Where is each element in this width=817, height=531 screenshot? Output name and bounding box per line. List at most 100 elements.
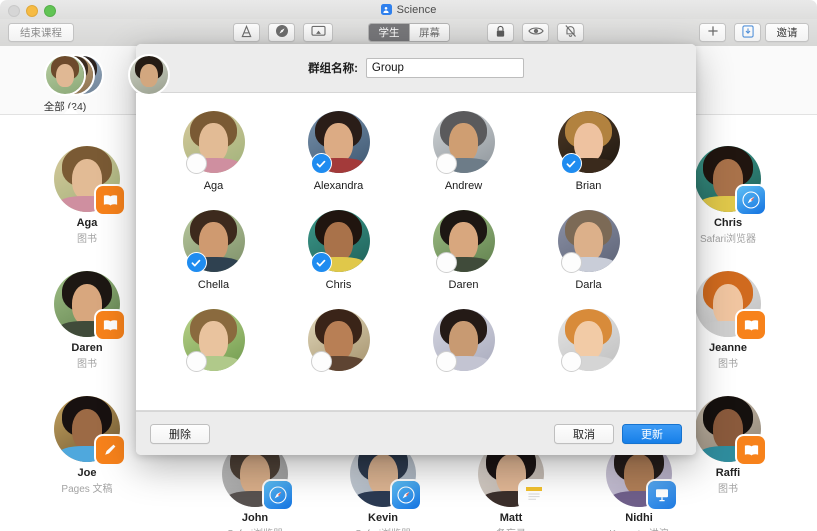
member-name: Chris: [325, 279, 352, 291]
dialog-header: 群组名称:: [136, 44, 696, 93]
tab-students[interactable]: 学生: [369, 24, 409, 41]
selection-checkbox[interactable]: [185, 153, 207, 174]
end-class-button[interactable]: 结束课程: [8, 23, 74, 42]
student-card[interactable]: Aga 图书: [32, 146, 142, 245]
member-cell[interactable]: [401, 309, 526, 378]
mute-button[interactable]: [557, 23, 584, 42]
group-name-input[interactable]: [365, 58, 524, 78]
apps-icon-button[interactable]: [233, 23, 260, 42]
selection-checkbox[interactable]: [435, 252, 457, 273]
student-name: Matt: [499, 512, 523, 524]
member-cell[interactable]: Daren: [401, 210, 526, 291]
books-icon: [737, 311, 765, 339]
student-app: 图书: [718, 484, 738, 495]
student-card[interactable]: Joe Pages 文稿: [32, 396, 142, 495]
student-app: Safari浏览器: [200, 525, 310, 531]
export-button[interactable]: [734, 23, 761, 42]
student-app: 图书: [77, 359, 97, 370]
member-name: Andrew: [444, 180, 483, 192]
selection-checkbox[interactable]: [435, 351, 457, 372]
member-cell[interactable]: [526, 309, 651, 378]
selection-checkbox[interactable]: [560, 351, 582, 372]
avatar: [182, 309, 245, 372]
group-item-label: 全部 (24): [43, 101, 87, 113]
group-name-label: 群组名称:: [308, 63, 358, 75]
selection-checkbox[interactable]: [185, 252, 207, 273]
member-cell[interactable]: [276, 309, 401, 378]
scroll-edge: [136, 410, 696, 411]
classroom-icon: [380, 4, 392, 15]
avatar: [432, 309, 495, 372]
window-title-group: Science: [0, 0, 817, 19]
member-name: Brian: [575, 180, 602, 192]
student-card[interactable]: Daren 图书: [32, 271, 142, 370]
avatar: [432, 111, 495, 174]
update-button[interactable]: 更新: [622, 423, 682, 444]
avatar: [54, 271, 124, 339]
title-bar: Science: [0, 0, 817, 20]
airplay-screen-icon: [310, 25, 326, 41]
member-cell[interactable]: Darla: [526, 210, 651, 291]
student-name: Raffi: [715, 467, 741, 479]
dialog-footer: 删除 取消 更新: [136, 411, 696, 455]
member-cell[interactable]: [151, 309, 276, 378]
selection-checkbox[interactable]: [185, 351, 207, 372]
avatar: [695, 396, 765, 464]
delete-button[interactable]: 删除: [150, 423, 210, 444]
selection-checkbox[interactable]: [310, 153, 332, 174]
window-title: Science: [396, 3, 437, 16]
member-cell[interactable]: Chris: [276, 210, 401, 291]
checkmark-icon: [316, 259, 326, 266]
invite-button[interactable]: 邀请: [765, 23, 809, 42]
lock-button[interactable]: [487, 23, 514, 42]
cancel-button[interactable]: 取消: [554, 423, 614, 444]
books-icon: [737, 436, 765, 464]
member-name: Darla: [575, 279, 602, 291]
student-name: Kevin: [368, 512, 398, 524]
selection-checkbox[interactable]: [310, 351, 332, 372]
student-name: Aga: [76, 217, 98, 229]
member-grid: Aga Alexandra Andrew Brian Chella Chris …: [136, 93, 696, 396]
safari-icon: [737, 186, 765, 214]
avatar: [307, 309, 370, 372]
avatar: [557, 210, 620, 273]
member-cell[interactable]: Andrew: [401, 111, 526, 192]
safari-icon: [392, 481, 420, 509]
avatar: [182, 111, 245, 174]
footer-actions: 取消 更新: [554, 423, 682, 444]
notes-icon: [520, 481, 548, 509]
bell-slash-icon: [564, 24, 577, 41]
selection-checkbox[interactable]: [310, 252, 332, 273]
tab-screens[interactable]: 屏幕: [409, 24, 449, 41]
view-button[interactable]: [522, 23, 549, 42]
group-item-all[interactable]: 全部 (24): [17, 54, 113, 114]
member-cell[interactable]: Aga: [151, 111, 276, 192]
selection-checkbox[interactable]: [560, 252, 582, 273]
selection-checkbox[interactable]: [560, 153, 582, 174]
student-app: 图书: [77, 234, 97, 245]
avatar: [54, 396, 124, 464]
navigate-icon-button[interactable]: [268, 23, 295, 42]
classroom-window: Science 结束课程 学生 屏幕 邀请 全部 (24) Aga 图书 Dar…: [0, 0, 817, 531]
avatar: [557, 111, 620, 174]
download-box-icon: [741, 24, 754, 41]
member-cell[interactable]: Alexandra: [276, 111, 401, 192]
apps-icon: [240, 24, 253, 41]
books-icon: [96, 311, 124, 339]
checkmark-icon: [316, 160, 326, 167]
member-grid-scroll[interactable]: Aga Alexandra Andrew Brian Chella Chris …: [136, 93, 696, 411]
avatar: [695, 271, 765, 339]
add-button[interactable]: [699, 23, 726, 42]
avatar: [182, 210, 245, 273]
member-name: Daren: [448, 279, 479, 291]
view-mode-segmented-control[interactable]: 学生 屏幕: [368, 23, 450, 42]
student-app: 备忘录: [456, 525, 566, 531]
books-icon: [96, 186, 124, 214]
screen-share-button[interactable]: [303, 23, 333, 42]
selection-checkbox[interactable]: [435, 153, 457, 174]
pages-icon: [96, 436, 124, 464]
checkmark-icon: [566, 160, 576, 167]
member-cell[interactable]: Brian: [526, 111, 651, 192]
member-cell[interactable]: Chella: [151, 210, 276, 291]
student-app: Keynote 讲演: [584, 525, 694, 531]
